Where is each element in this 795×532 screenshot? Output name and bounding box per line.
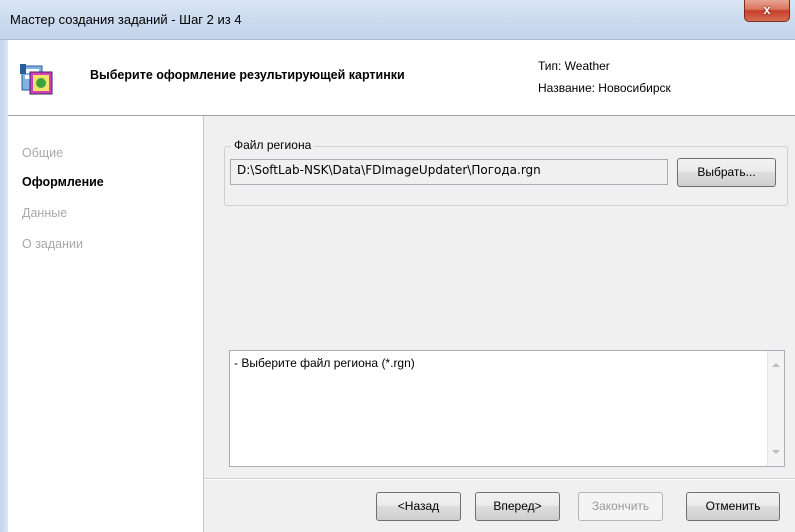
close-button[interactable]: x bbox=[744, 0, 790, 22]
task-type-label: Тип: Weather bbox=[538, 59, 610, 73]
message-scrollbar[interactable] bbox=[767, 351, 784, 466]
message-box[interactable]: - Выберите файл региона (*.rgn) bbox=[229, 350, 785, 467]
step-about-task: О задании bbox=[22, 237, 83, 251]
steps-sidebar: Общие Оформление Данные О задании bbox=[8, 116, 204, 532]
finish-button[interactable]: Закончить bbox=[578, 492, 663, 521]
region-file-legend: Файл региона bbox=[231, 138, 315, 152]
footer-divider bbox=[204, 478, 795, 480]
page-heading: Выберите оформление результирующей карти… bbox=[90, 68, 405, 82]
region-path-field[interactable]: D:\SoftLab-NSK\Data\FDImageUpdater\Погод… bbox=[230, 159, 668, 185]
next-button[interactable]: Вперед> bbox=[475, 492, 560, 521]
message-text: - Выберите файл региона (*.rgn) bbox=[234, 356, 415, 370]
task-name-label: Название: Новосибирск bbox=[538, 81, 671, 95]
step-design: Оформление bbox=[22, 175, 104, 189]
scroll-down-icon[interactable] bbox=[772, 450, 780, 454]
step-data: Данные bbox=[22, 206, 68, 220]
window-frame bbox=[0, 40, 8, 532]
scroll-up-icon[interactable] bbox=[772, 363, 780, 367]
back-button[interactable]: <Назад bbox=[376, 492, 461, 521]
window-title: Мастер создания заданий - Шаг 2 из 4 bbox=[10, 12, 242, 27]
wizard-icon bbox=[20, 64, 53, 95]
browse-button[interactable]: Выбрать... bbox=[677, 158, 776, 187]
wizard-header: Выберите оформление результирующей карти… bbox=[8, 40, 795, 116]
close-icon: x bbox=[763, 2, 771, 17]
title-bar: Мастер создания заданий - Шаг 2 из 4 x bbox=[0, 0, 795, 40]
cancel-button[interactable]: Отменить bbox=[686, 492, 780, 521]
step-general: Общие bbox=[22, 146, 64, 160]
